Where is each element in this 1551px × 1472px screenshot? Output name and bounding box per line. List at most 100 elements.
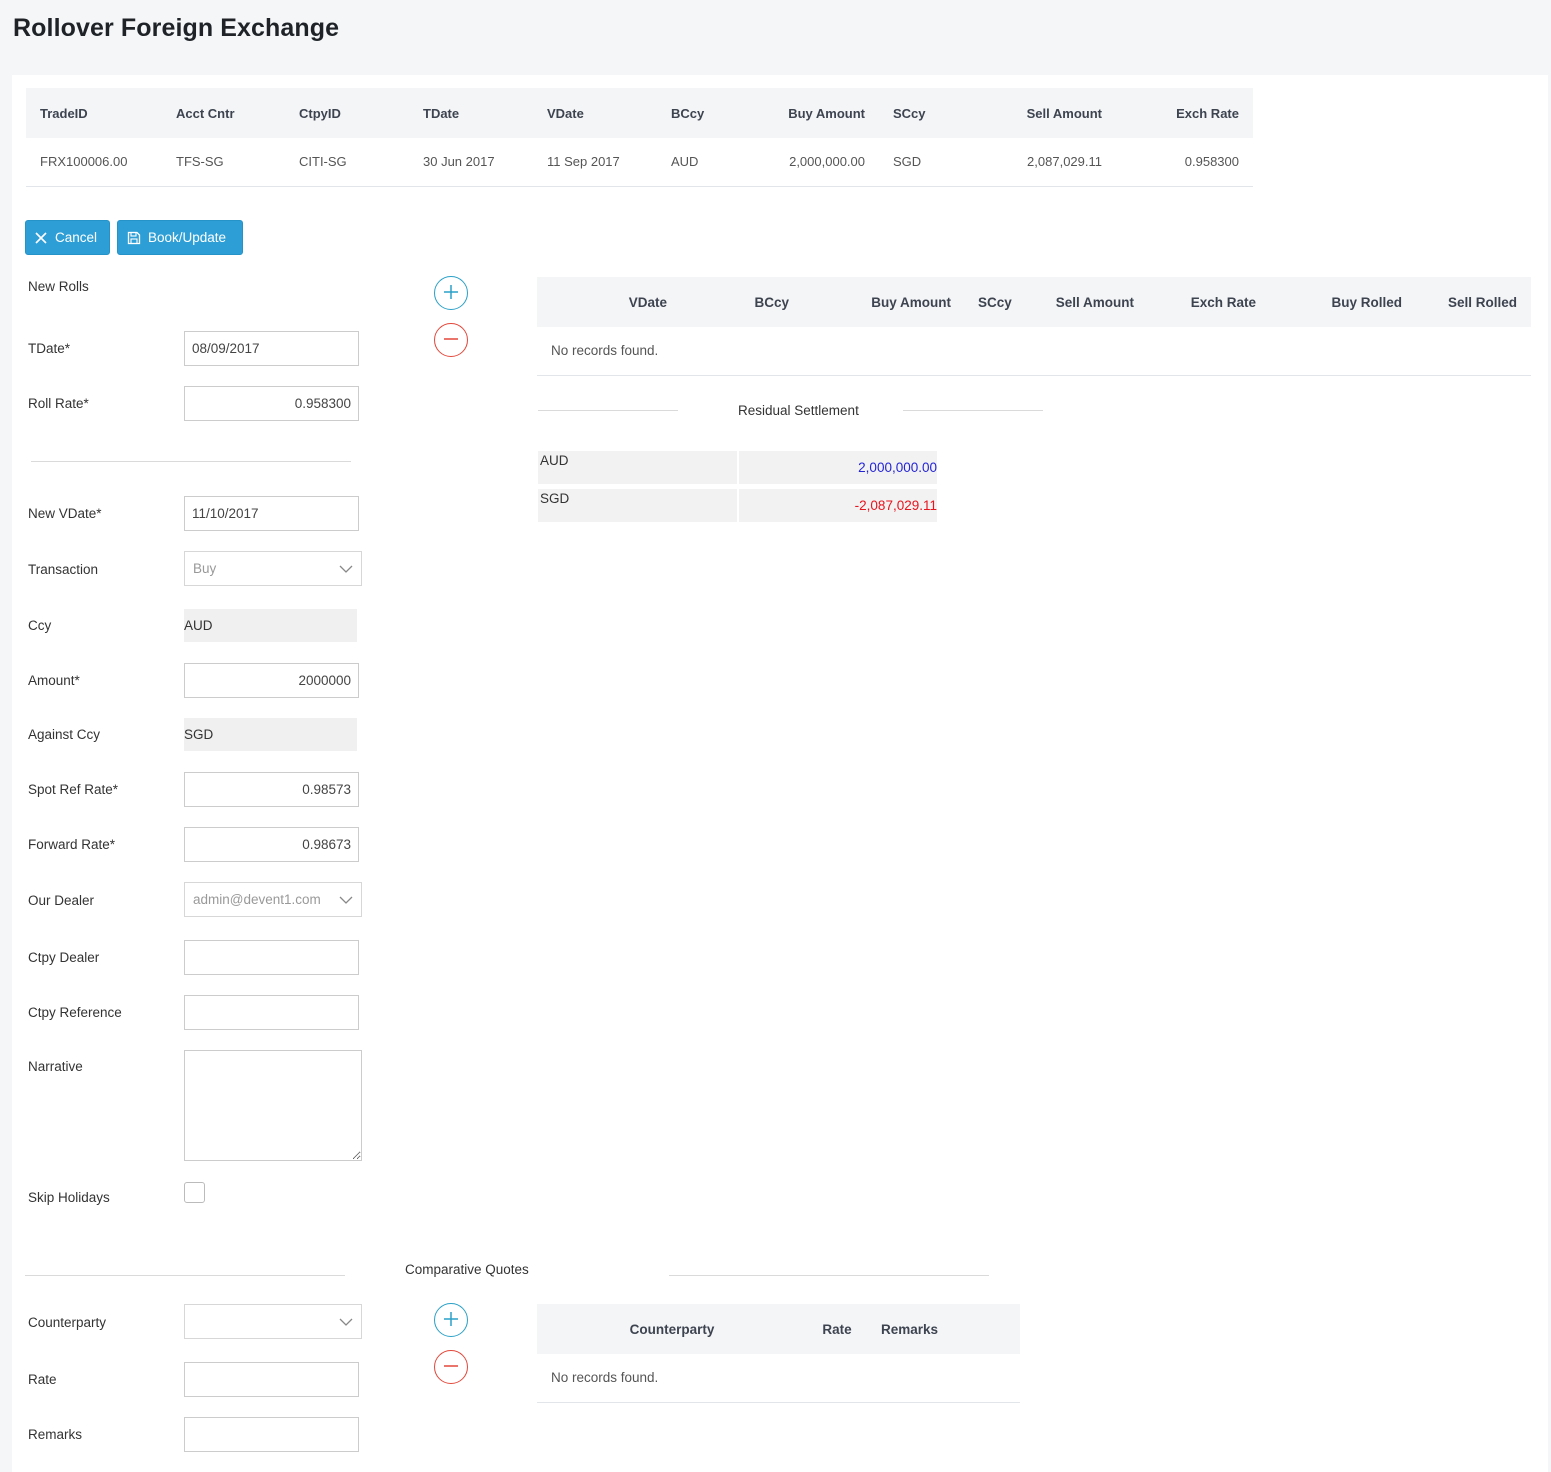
forward-rate-input[interactable] <box>184 827 359 862</box>
col-sell-rolled: Sell Rolled <box>1416 277 1531 327</box>
divider <box>31 461 351 462</box>
plus-circle-icon <box>442 283 460 304</box>
remarks-label: Remarks <box>28 1427 83 1442</box>
col-tdate: TDate <box>409 88 533 138</box>
save-icon <box>126 230 142 246</box>
ctpy-dealer-input[interactable] <box>184 940 359 975</box>
ctpy-reference-label: Ctpy Reference <box>28 1005 122 1020</box>
amount-input[interactable] <box>184 663 359 698</box>
cancel-button[interactable]: Cancel <box>25 220 110 255</box>
add-roll-button[interactable] <box>434 276 468 310</box>
rate-input[interactable] <box>184 1362 359 1397</box>
divider <box>669 1275 989 1276</box>
divider <box>25 1275 345 1276</box>
cell-sccy: SGD <box>879 138 989 187</box>
col-bccy: BCcy <box>705 277 816 327</box>
new-vdate-label: New VDate* <box>28 506 102 521</box>
page-title: Rollover Foreign Exchange <box>13 14 340 42</box>
cell-tradeid: FRX100006.00 <box>26 138 162 187</box>
minus-circle-icon <box>442 1357 460 1378</box>
cell-buy-amount: 2,000,000.00 <box>754 138 879 187</box>
trade-table-header: TradeID Acct Cntr CtpyID TDate VDate BCc… <box>26 88 1253 138</box>
forward-rate-label: Forward Rate* <box>28 837 116 852</box>
chevron-down-icon <box>339 1315 353 1329</box>
tdate-input[interactable] <box>184 331 359 366</box>
rate-label: Rate <box>28 1372 57 1387</box>
remove-roll-button[interactable] <box>434 323 468 357</box>
trade-table: TradeID Acct Cntr CtpyID TDate VDate BCc… <box>26 88 1253 187</box>
spot-ref-rate-input[interactable] <box>184 772 359 807</box>
spot-ref-rate-label: Spot Ref Rate* <box>28 782 119 797</box>
our-dealer-label: Our Dealer <box>28 893 95 908</box>
residual-row: SGD -2,087,029.11 <box>538 489 937 522</box>
col-remarks: Remarks <box>867 1304 1020 1354</box>
residual-ccy: AUD <box>538 451 737 484</box>
comparative-quotes-caption: Comparative Quotes <box>405 1262 529 1277</box>
remarks-input[interactable] <box>184 1417 359 1452</box>
counterparty-select[interactable] <box>184 1304 362 1339</box>
close-icon <box>34 230 49 246</box>
narrative-label: Narrative <box>28 1059 83 1074</box>
cell-sell-amount: 2,087,029.11 <box>989 138 1116 187</box>
our-dealer-value: admin@devent1.com <box>193 892 321 907</box>
ctpy-reference-input[interactable] <box>184 995 359 1030</box>
col-buy-amount: Buy Amount <box>816 277 964 327</box>
transaction-select[interactable]: Buy <box>184 551 362 586</box>
chevron-down-icon <box>339 893 353 907</box>
ctpy-dealer-label: Ctpy Dealer <box>28 950 100 965</box>
col-vdate: VDate <box>533 88 657 138</box>
col-buy-rolled: Buy Rolled <box>1268 277 1416 327</box>
ccy-value: AUD <box>184 609 357 642</box>
cell-ctpyid: CITI-SG <box>285 138 409 187</box>
col-vdate: VDate <box>537 277 705 327</box>
col-sccy: SCcy <box>879 88 989 138</box>
new-rolls-heading: New Rolls <box>28 279 89 294</box>
table-row: No records found. <box>537 1354 1020 1403</box>
empty-message: No records found. <box>537 327 1531 376</box>
skip-holidays-label: Skip Holidays <box>28 1190 110 1205</box>
cell-vdate: 11 Sep 2017 <box>533 138 657 187</box>
cell-tdate: 30 Jun 2017 <box>409 138 533 187</box>
col-counterparty: Counterparty <box>537 1304 807 1354</box>
cell-acct-cntr: TFS-SG <box>162 138 285 187</box>
col-buy-amount: Buy Amount <box>754 88 879 138</box>
cell-exch-rate: 0.958300 <box>1116 138 1253 187</box>
minus-circle-icon <box>442 330 460 351</box>
col-tradeid: TradeID <box>26 88 162 138</box>
roll-rate-label: Roll Rate* <box>28 396 89 411</box>
col-sell-amount: Sell Amount <box>1034 277 1142 327</box>
transaction-value: Buy <box>193 561 217 576</box>
empty-message: No records found. <box>537 1354 1020 1403</box>
col-exch-rate: Exch Rate <box>1116 88 1253 138</box>
col-ctpyid: CtpyID <box>285 88 409 138</box>
cancel-button-label: Cancel <box>54 230 97 245</box>
table-row[interactable]: FRX100006.00 TFS-SG CITI-SG 30 Jun 2017 … <box>26 138 1253 187</box>
residual-ccy: SGD <box>538 489 737 522</box>
tdate-label: TDate* <box>28 341 71 356</box>
col-exch-rate: Exch Rate <box>1142 277 1268 327</box>
remove-quote-button[interactable] <box>434 1350 468 1384</box>
quotes-table: Counterparty Rate Remarks No records fou… <box>537 1304 1020 1403</box>
rolls-table: VDate BCcy Buy Amount SCcy Sell Amount E… <box>537 277 1531 376</box>
residual-amount: 2,000,000.00 <box>739 451 937 484</box>
chevron-down-icon <box>339 562 353 576</box>
col-rate: Rate <box>807 1304 867 1354</box>
cell-bccy: AUD <box>657 138 754 187</box>
rolls-table-header: VDate BCcy Buy Amount SCcy Sell Amount E… <box>537 277 1531 327</box>
book-update-button[interactable]: Book/Update <box>117 220 243 255</box>
our-dealer-select[interactable]: admin@devent1.com <box>184 882 362 917</box>
new-vdate-input[interactable] <box>184 496 359 531</box>
add-quote-button[interactable] <box>434 1303 468 1337</box>
plus-circle-icon <box>442 1310 460 1331</box>
book-update-button-label: Book/Update <box>148 230 227 245</box>
skip-holidays-checkbox[interactable] <box>184 1182 205 1203</box>
residual-settlement-caption: Residual Settlement <box>738 403 859 418</box>
transaction-label: Transaction <box>28 562 99 577</box>
residual-row: AUD 2,000,000.00 <box>538 451 937 484</box>
roll-rate-input[interactable] <box>184 386 359 421</box>
against-ccy-label: Against Ccy <box>28 727 101 742</box>
divider <box>903 410 1043 411</box>
amount-label: Amount* <box>28 673 80 688</box>
quotes-table-header: Counterparty Rate Remarks <box>537 1304 1020 1354</box>
narrative-textarea[interactable] <box>184 1050 362 1161</box>
